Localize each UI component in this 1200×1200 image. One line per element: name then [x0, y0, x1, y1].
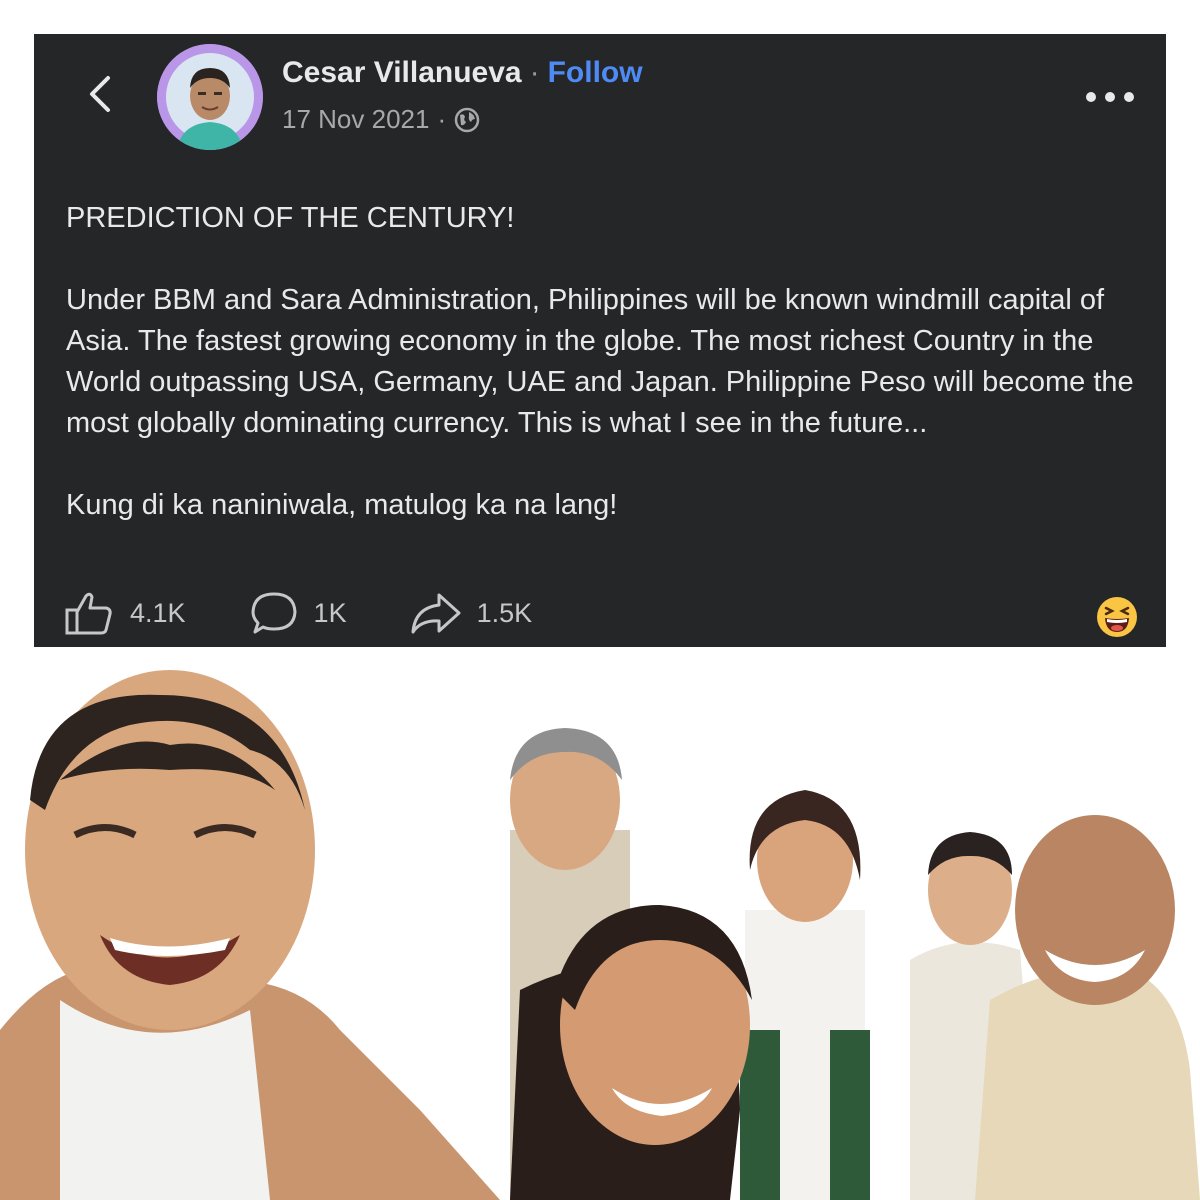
post-body: PREDICTION OF THE CENTURY! Under BBM and… [66, 198, 1146, 526]
more-options-icon[interactable] [1086, 90, 1134, 104]
avatar[interactable] [157, 44, 263, 150]
share-count: 1.5K [476, 597, 533, 628]
author-name[interactable]: Cesar Villanueva [282, 56, 522, 89]
comment-button[interactable]: 1K [250, 590, 347, 636]
back-arrow-icon[interactable] [82, 74, 122, 114]
meta-separator: · [437, 104, 447, 134]
post-meta: 17 Nov 2021 · [282, 104, 480, 135]
like-button[interactable]: 4.1K [64, 590, 186, 636]
people-photo-collage [0, 670, 1200, 1200]
post-paragraph-headline: PREDICTION OF THE CENTURY! [66, 202, 515, 234]
post-actions: 4.1K 1K 1.5K [64, 590, 532, 636]
share-button[interactable]: 1.5K [409, 590, 533, 636]
comment-count: 1K [313, 597, 347, 628]
post-paragraph-main: Under BBM and Sara Administration, Phili… [66, 284, 1134, 439]
thumbs-up-icon [65, 592, 112, 635]
author-row: Cesar Villanueva · Follow [282, 56, 643, 90]
post-card: Cesar Villanueva · Follow 17 Nov 2021 · PR… [34, 34, 1166, 647]
post-paragraph-closing: Kung di ka naniniwala, matulog ka na lan… [66, 489, 618, 521]
grinning-squint-emoji-icon [1097, 597, 1137, 637]
follow-button[interactable]: Follow [548, 56, 643, 89]
group-photo [510, 728, 1200, 1200]
globe-icon [454, 107, 480, 132]
share-arrow-icon [411, 593, 461, 634]
comment-icon [251, 592, 297, 634]
like-count: 4.1K [130, 597, 186, 628]
name-separator: · [529, 56, 540, 89]
post-date[interactable]: 17 Nov 2021 [282, 104, 429, 135]
person-left-photo [0, 670, 500, 1200]
